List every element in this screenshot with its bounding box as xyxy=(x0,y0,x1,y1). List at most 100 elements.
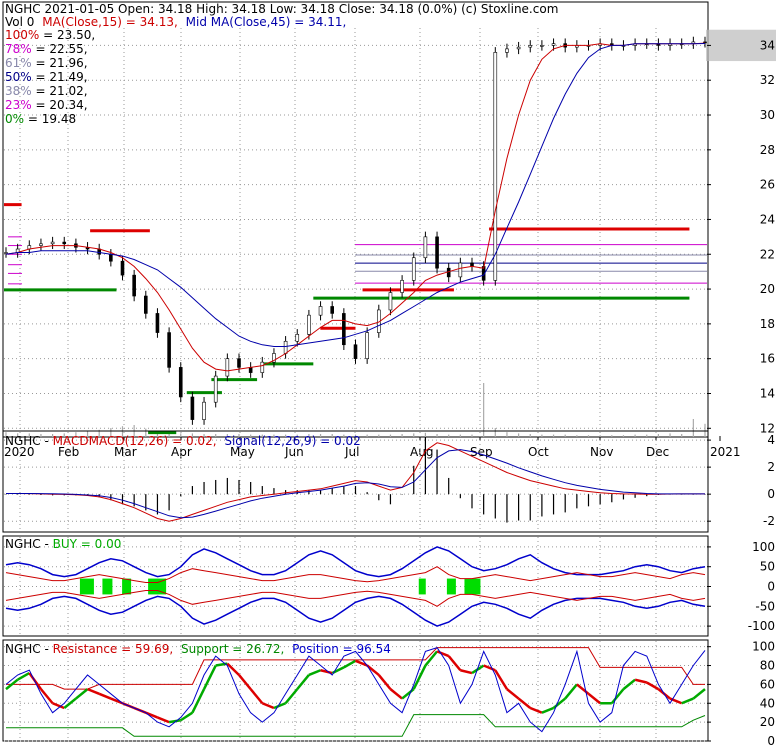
fibonacci-label: 23% = 20.34, xyxy=(5,98,88,112)
candle-body xyxy=(505,48,509,53)
background xyxy=(0,0,780,745)
candle-body xyxy=(62,241,67,245)
volume-bar xyxy=(413,433,415,437)
macd-histogram-bar xyxy=(28,494,30,495)
volume-bar xyxy=(622,435,625,437)
candle-body xyxy=(528,45,533,48)
macd-title-symbol: NGHC - xyxy=(5,434,53,448)
y-tick-label: 100 xyxy=(752,540,775,554)
y-tick-label: 20 xyxy=(760,715,775,729)
buy-signal-marker xyxy=(122,578,132,595)
macd-title-macd: MACDMACD(12,26) = 0.02, xyxy=(53,434,217,448)
macd-title: NGHC - MACDMACD(12,26) = 0.02, Signal(12… xyxy=(5,434,361,448)
fibonacci-percent: 0% xyxy=(5,112,28,126)
macd-histogram-bar xyxy=(552,494,555,515)
position-title-support: Support = 26.72, xyxy=(181,642,284,656)
y-tick-label: 20 xyxy=(760,282,775,296)
candle-body xyxy=(458,262,463,278)
fibonacci-label: 61% = 21.96, xyxy=(5,56,88,70)
fibonacci-label: 38% = 21.02, xyxy=(5,84,88,98)
candle-body xyxy=(283,340,288,354)
macd-histogram-bar xyxy=(506,494,508,523)
fibonacci-percent: 50% xyxy=(5,70,36,84)
volume-bar xyxy=(436,434,438,437)
macd-histogram-bar xyxy=(494,494,496,519)
volume-bar xyxy=(657,434,659,437)
macd-histogram-bar xyxy=(121,494,124,505)
fibonacci-value: = 22.55, xyxy=(36,42,88,56)
candle-body xyxy=(190,396,195,420)
candle-body xyxy=(516,46,521,50)
candle-body xyxy=(435,236,439,269)
macd-histogram-bar xyxy=(634,494,636,498)
macd-histogram-bar xyxy=(331,488,333,495)
macd-histogram-bar xyxy=(296,490,298,495)
macd-histogram-bar xyxy=(483,494,485,515)
y-tick-label: 100 xyxy=(752,640,775,654)
y-tick-label: 18 xyxy=(760,317,775,331)
fibonacci-percent: 61% xyxy=(5,56,36,70)
y-tick-label: 26 xyxy=(760,178,775,192)
stock-chart: 121416182022242628303234 2020FebMarAprMa… xyxy=(0,0,780,745)
buy-title: NGHC - BUY = 0.00 xyxy=(5,537,121,551)
macd-histogram-bar xyxy=(366,492,368,495)
x-tick-label: 2021 xyxy=(710,445,741,459)
macd-histogram-bar xyxy=(378,494,380,501)
y-tick-label: 4 xyxy=(767,433,775,447)
volume-label: Vol 0 xyxy=(5,15,34,29)
y-tick-label: 50 xyxy=(760,560,775,574)
buy-signal-marker xyxy=(418,578,426,595)
candle-body xyxy=(446,267,451,278)
volume-bar xyxy=(611,435,613,437)
volume-bar xyxy=(494,428,496,437)
candle-body xyxy=(178,367,183,398)
macd-histogram-bar xyxy=(308,490,310,495)
volume-bar xyxy=(529,434,531,437)
fibonacci-value: = 21.02, xyxy=(36,84,88,98)
x-tick-label: Oct xyxy=(528,445,549,459)
position-title-symbol: NGHC - xyxy=(5,642,53,656)
buy-title-value: BUY = 0.00 xyxy=(53,537,122,551)
y-tick-label: 0 xyxy=(767,487,775,501)
macd-histogram-bar xyxy=(459,494,461,499)
macd-histogram-bar xyxy=(273,488,275,495)
buy-signal-marker xyxy=(102,578,113,595)
buy-title-symbol: NGHC - xyxy=(5,537,53,551)
candle-body xyxy=(50,241,55,245)
y-tick-label: 34 xyxy=(760,38,775,52)
y-tick-label: -2 xyxy=(763,514,775,528)
volume-bar xyxy=(541,434,543,437)
ma15-label: MA(Close,15) = 34.13, xyxy=(42,15,178,29)
volume-bar xyxy=(401,434,403,437)
candle-body xyxy=(167,332,171,368)
volume-bar xyxy=(518,433,520,437)
macd-histogram-bar xyxy=(529,494,531,521)
volume-bar xyxy=(704,423,706,437)
macd-histogram-bar xyxy=(599,494,601,505)
macd-histogram-bar xyxy=(261,486,263,495)
macd-histogram-bar xyxy=(133,494,135,507)
volume-bar xyxy=(483,383,485,437)
macd-histogram-bar xyxy=(541,494,543,517)
fibonacci-value: = 21.96, xyxy=(36,56,88,70)
volume-bar xyxy=(669,433,671,437)
macd-histogram-bar xyxy=(343,486,345,495)
position-title-position: Position = 96.54 xyxy=(292,642,391,656)
fibonacci-label: 100% = 23.50, xyxy=(5,28,95,42)
y-tick-label: 14 xyxy=(760,386,775,400)
candle-body xyxy=(260,361,265,373)
volume-bar xyxy=(564,434,566,437)
fibonacci-labels: 100% = 23.50,78% = 22.55,61% = 21.96,50%… xyxy=(5,28,95,126)
volume-bar xyxy=(459,434,461,437)
macd-histogram-bar xyxy=(5,494,7,495)
volume-bar xyxy=(692,419,694,437)
macd-histogram-bar xyxy=(622,494,625,500)
fibonacci-value: = 20.34, xyxy=(36,98,88,112)
volume-bar xyxy=(681,434,683,437)
candle-body xyxy=(493,52,498,281)
macd-histogram-bar xyxy=(448,477,450,495)
macd-title-signal: Signal(12,26,9) = 0.02 xyxy=(224,434,360,448)
candle-body xyxy=(411,257,416,281)
candle-body xyxy=(155,313,160,333)
fibonacci-label: 0% = 19.48 xyxy=(5,112,76,126)
